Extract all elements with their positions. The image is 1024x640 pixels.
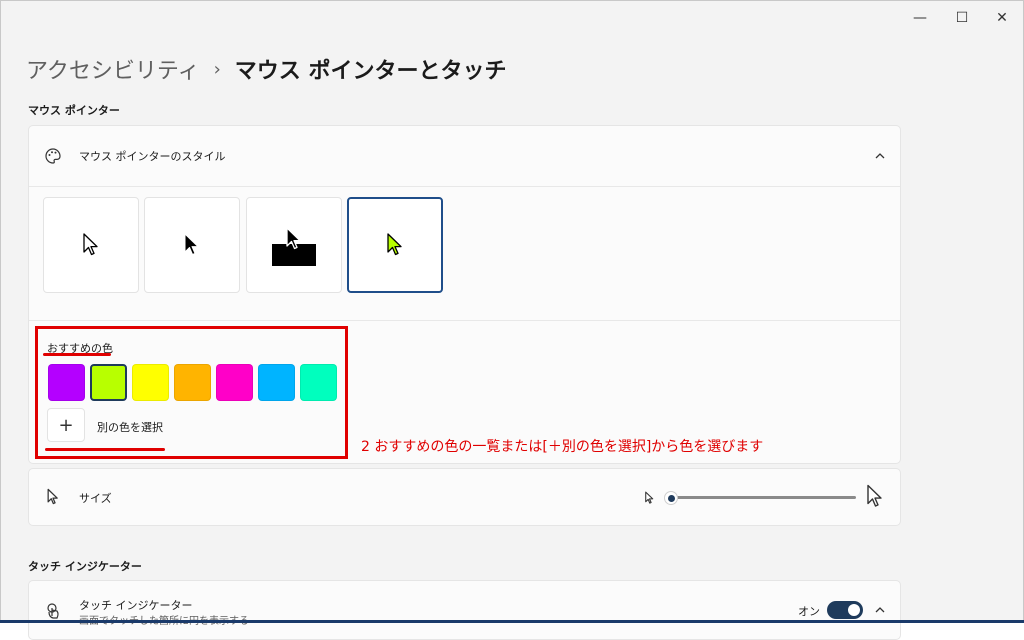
toggle-state-label: オン (798, 605, 820, 618)
minimize-icon: — (913, 10, 927, 26)
touch-indicator-heading: タッチ インジケーター (28, 560, 142, 573)
annotation-underline (45, 448, 165, 451)
pointer-style-custom[interactable] (347, 197, 443, 293)
pointer-style-black[interactable] (144, 197, 240, 293)
touch-indicator-toggle[interactable] (827, 601, 863, 619)
pointer-style-white[interactable] (43, 197, 139, 293)
touch-indicator-label: タッチ インジケーター (79, 599, 193, 612)
page-title: マウス ポインターとタッチ (234, 59, 507, 84)
size-slider-thumb[interactable] (664, 491, 678, 505)
maximize-icon: ☐ (955, 10, 969, 26)
custom-color-pointer-icon (387, 233, 402, 256)
annotation-highlight-box (35, 326, 348, 459)
minimize-button[interactable]: — (900, 5, 940, 31)
settings-window: — ☐ ✕ アクセシビリティ › マウス ポインターとタッチ マウス ポインター… (0, 0, 1024, 640)
pointer-size-icon (43, 487, 63, 507)
chevron-up-icon[interactable] (873, 149, 887, 163)
annotation-text: 2 おすすめの色の一覧または[＋別の色を選択]から色を選びます (361, 439, 764, 455)
annotation-underline (43, 353, 111, 356)
chevron-up-icon[interactable] (873, 603, 887, 617)
large-pointer-icon (867, 484, 882, 507)
breadcrumb-parent-accessibility[interactable]: アクセシビリティ (26, 53, 200, 85)
breadcrumb-separator: › (213, 58, 221, 80)
divider (29, 320, 900, 321)
close-icon: ✕ (996, 10, 1008, 26)
pointer-style-inverted[interactable] (246, 197, 342, 293)
maximize-button[interactable]: ☐ (942, 5, 982, 31)
white-pointer-icon (83, 233, 98, 256)
mouse-pointer-heading: マウス ポインター (28, 104, 120, 117)
touch-icon (43, 601, 63, 621)
inverted-pointer-icon (272, 224, 316, 266)
size-label: サイズ (79, 492, 112, 505)
black-pointer-icon (184, 233, 199, 255)
divider (29, 186, 900, 187)
small-pointer-icon (645, 491, 654, 504)
palette-icon (43, 146, 63, 166)
pointer-style-label: マウス ポインターのスタイル (79, 150, 226, 163)
breadcrumb: アクセシビリティ › マウス ポインターとタッチ (26, 53, 506, 85)
close-button[interactable]: ✕ (982, 5, 1022, 31)
size-slider-track[interactable] (671, 496, 856, 499)
